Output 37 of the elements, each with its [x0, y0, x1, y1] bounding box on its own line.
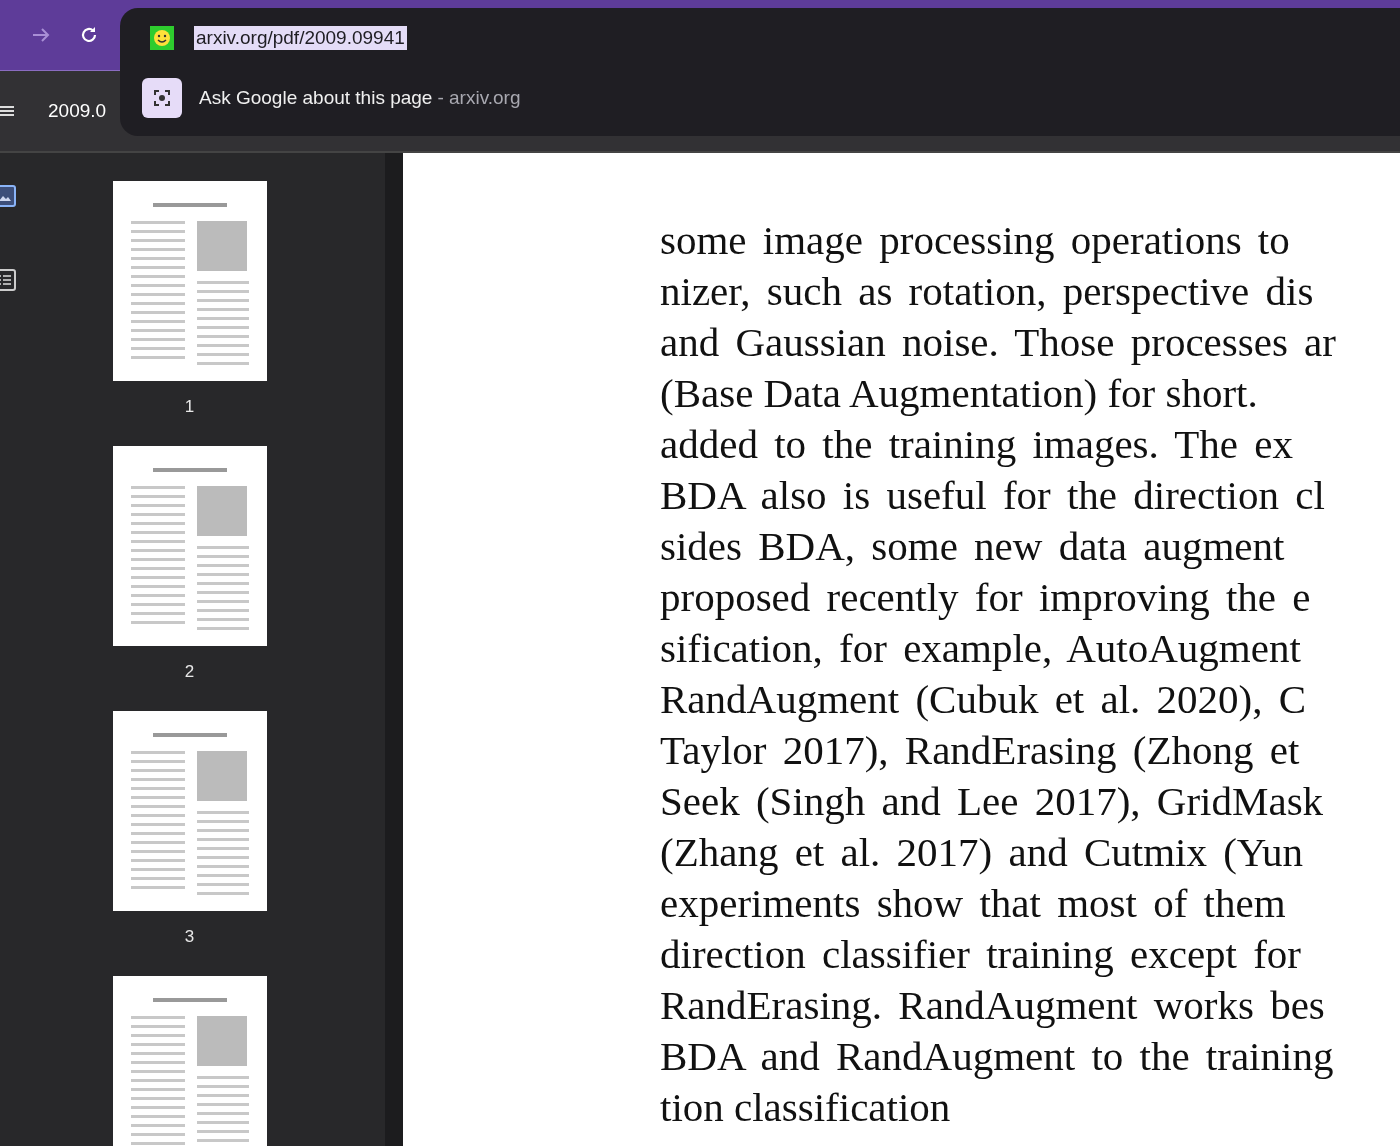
text-line: (Base Data Augmentation) for short. — [660, 369, 1258, 418]
sidebar-tab[interactable] — [0, 185, 16, 207]
text-line: BDA and RandAugment to the training — [660, 1032, 1334, 1081]
text-line: and Gaussian noise. Those processes ar — [660, 318, 1336, 367]
text-line: direction classifier training except for — [660, 930, 1302, 979]
menu-icon[interactable] — [0, 104, 14, 118]
suggestion-text[interactable]: Ask Google about this page — [199, 87, 433, 109]
suggestion-source: - arxiv.org — [437, 87, 521, 109]
lens-icon — [152, 88, 172, 108]
text-line: nizer, such as rotation, perspective dis — [660, 267, 1314, 316]
text-line: added to the training images. The ex — [660, 420, 1293, 469]
page-number: 3 — [184, 927, 195, 948]
document-title: 2009.0 — [48, 100, 107, 122]
page-number: 1 — [184, 397, 195, 418]
page-number: 2 — [184, 662, 195, 683]
page-thumbnail[interactable] — [112, 976, 267, 1146]
forward-arrow-icon — [31, 27, 51, 43]
text-line: some image processing operations to — [660, 216, 1290, 265]
text-line: sification, for example, AutoAugment — [660, 624, 1301, 673]
reload-icon — [79, 25, 99, 45]
page-thumbnail[interactable] — [112, 446, 267, 646]
smiley-favicon-icon — [150, 26, 174, 50]
sidebar-tab[interactable] — [0, 269, 16, 291]
page-thumbnail[interactable] — [112, 181, 267, 381]
text-line: proposed recently for improving the e — [660, 573, 1311, 622]
text-line: (Zhang et al. 2017) and Cutmix (Yun — [660, 828, 1303, 877]
text-line: RandErasing. RandAugment works bes — [660, 981, 1325, 1030]
text-line: Seek (Singh and Lee 2017), GridMask — [660, 777, 1324, 826]
text-line: sides BDA, some new data augment — [660, 522, 1285, 571]
text-line: experiments show that most of them — [660, 879, 1286, 928]
text-line: tion classification — [660, 1083, 951, 1132]
list-icon — [0, 274, 12, 286]
url-field[interactable]: arxiv.org/pdf/2009.09941 — [194, 26, 407, 50]
text-line: RandAugment (Cubuk et al. 2020), C — [660, 675, 1307, 724]
page-thumbnail[interactable] — [112, 711, 267, 911]
text-line: Taylor 2017), RandErasing (Zhong et — [660, 726, 1300, 775]
text-line: BDA also is useful for the direction cl — [660, 471, 1325, 520]
